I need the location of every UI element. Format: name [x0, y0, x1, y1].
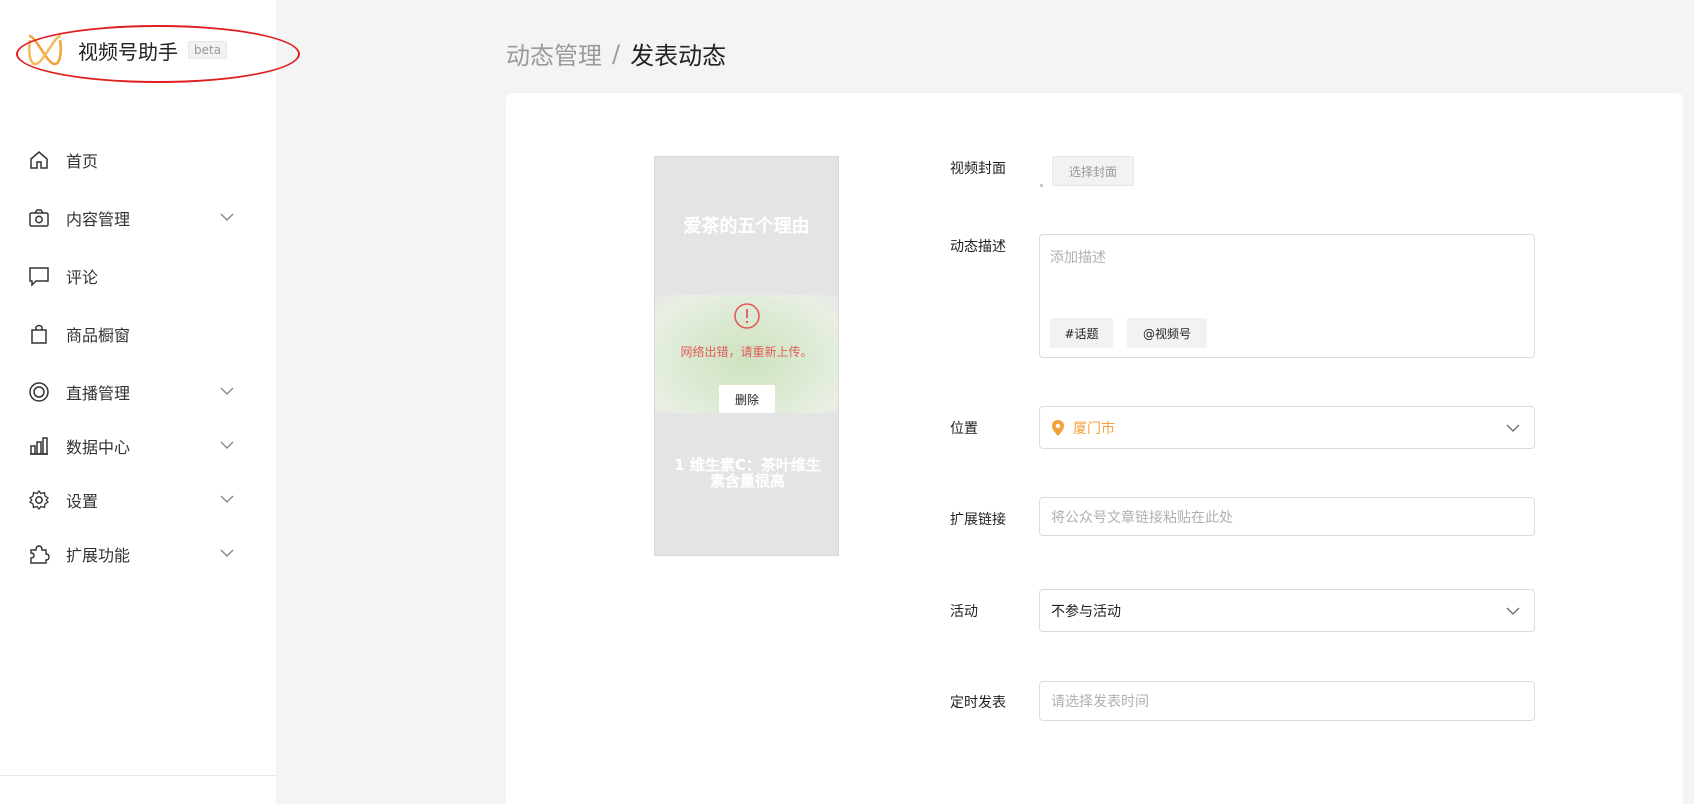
chevron-down-icon	[1506, 424, 1520, 432]
sidebar-item-content[interactable]: 内容管理	[28, 203, 250, 233]
sidebar-item-shop[interactable]: 商品橱窗	[28, 319, 250, 349]
cover-marker	[1040, 184, 1043, 187]
sidebar-item-label: 商品橱窗	[66, 326, 131, 345]
schedule-picker[interactable]: 请选择发表时间	[1039, 681, 1535, 721]
annotation-ellipse	[16, 25, 300, 83]
camera-icon	[29, 209, 49, 227]
select-cover-button[interactable]: 选择封面	[1052, 156, 1134, 186]
topic-button[interactable]: #话题	[1050, 318, 1113, 348]
sidebar: 视频号助手 beta 首页 内容管理 评论 商品橱窗 直播管理 数据中心 设置 …	[0, 0, 300, 804]
sidebar-item-label: 设置	[66, 492, 99, 511]
bar-chart-icon	[30, 437, 48, 455]
location-pin-icon	[1052, 419, 1064, 436]
sidebar-item-data[interactable]: 数据中心	[28, 431, 250, 461]
video-preview: 爱茶的五个理由 网络出错，请重新上传。 删除 1 维生素C：茶叶维生素含量很高	[654, 156, 839, 556]
delete-button[interactable]: 删除	[719, 385, 775, 413]
sidebar-item-home[interactable]: 首页	[28, 145, 250, 175]
breadcrumb-parent[interactable]: 动态管理	[506, 36, 602, 71]
mention-button[interactable]: @视频号	[1127, 318, 1207, 348]
gear-icon	[29, 489, 49, 511]
upload-error-text: 网络出错，请重新上传。	[680, 345, 813, 359]
breadcrumb-separator: /	[612, 39, 621, 68]
chevron-down-icon	[220, 213, 234, 221]
sidebar-item-extensions[interactable]: 扩展功能	[28, 539, 250, 569]
sidebar-item-live[interactable]: 直播管理	[28, 377, 250, 407]
sidebar-item-label: 数据中心	[66, 438, 131, 457]
location-label: 位置	[950, 421, 978, 437]
alert-icon	[734, 303, 760, 329]
chevron-down-icon	[220, 495, 234, 503]
comment-icon	[29, 267, 49, 287]
sidebar-divider	[0, 775, 276, 776]
page-title: 发表动态	[630, 42, 727, 70]
chevron-down-icon	[220, 387, 234, 395]
link-placeholder: 将公众号文章链接粘贴在此处	[1051, 509, 1233, 526]
sidebar-item-label: 内容管理	[66, 210, 131, 229]
chevron-down-icon	[220, 549, 234, 557]
location-select[interactable]: 厦门市	[1039, 406, 1535, 449]
cover-label: 视频封面	[950, 161, 1006, 177]
location-value: 厦门市	[1073, 420, 1115, 437]
activity-select[interactable]: 不参与活动	[1039, 589, 1535, 632]
sidebar-item-settings[interactable]: 设置	[28, 485, 250, 515]
chevron-down-icon	[1506, 607, 1520, 615]
home-icon	[30, 151, 48, 169]
link-input[interactable]: 将公众号文章链接粘贴在此处	[1039, 497, 1535, 536]
chevron-down-icon	[220, 441, 234, 449]
preview-subtitle: 1 维生素C：茶叶维生素含量很高	[674, 456, 821, 490]
sidebar-item-label: 扩展功能	[66, 546, 131, 565]
schedule-placeholder: 请选择发表时间	[1051, 694, 1149, 710]
shopping-bag-icon	[31, 324, 47, 344]
link-label: 扩展链接	[950, 512, 1006, 528]
preview-title: 爱茶的五个理由	[683, 216, 810, 237]
activity-label: 活动	[950, 604, 978, 620]
sidebar-item-label: 评论	[66, 268, 99, 287]
description-placeholder: 添加描述	[1050, 250, 1106, 266]
puzzle-icon	[30, 545, 50, 564]
breadcrumb: 动态管理 / 发表动态	[506, 36, 726, 71]
description-textarea[interactable]: 添加描述 #话题 @视频号	[1039, 234, 1535, 358]
live-icon	[29, 382, 49, 402]
sidebar-item-comments[interactable]: 评论	[28, 261, 250, 291]
description-label: 动态描述	[950, 239, 1006, 255]
schedule-label: 定时发表	[950, 695, 1006, 711]
activity-value: 不参与活动	[1051, 603, 1121, 620]
sidebar-item-label: 直播管理	[66, 384, 131, 403]
sidebar-item-label: 首页	[66, 152, 99, 171]
